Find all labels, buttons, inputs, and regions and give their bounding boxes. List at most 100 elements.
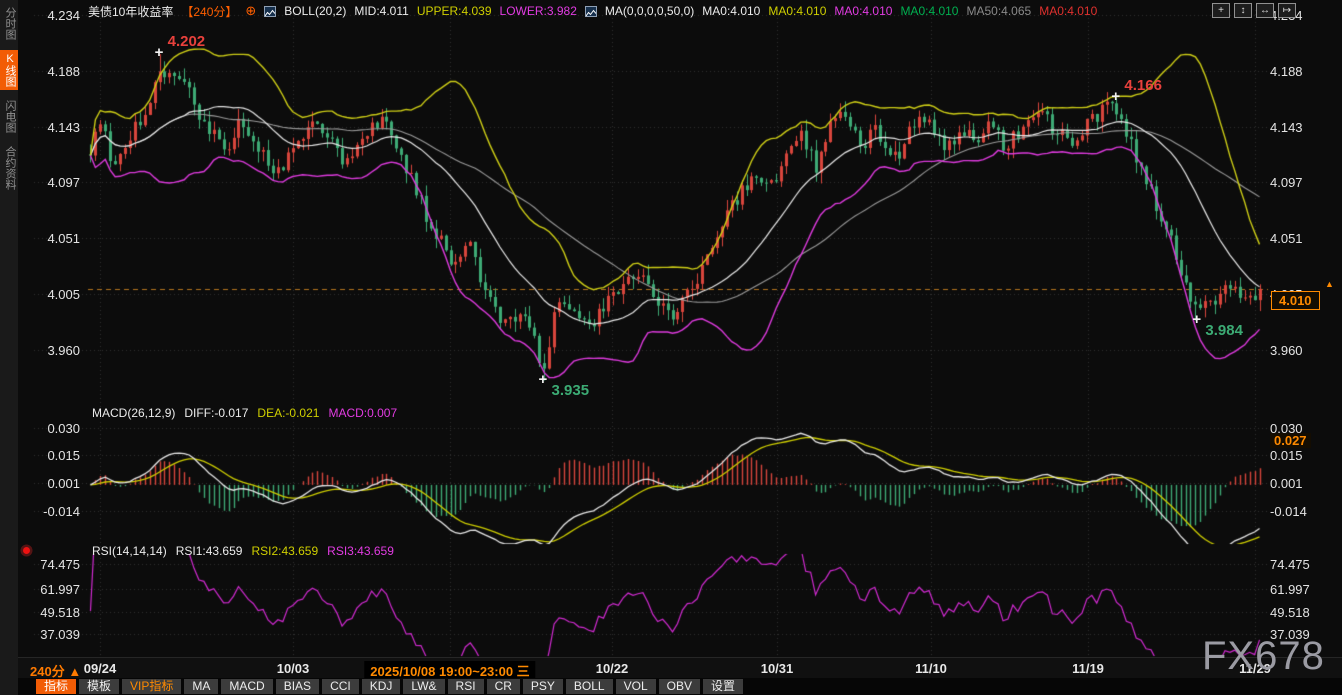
- toolbar-button-CCI[interactable]: CCI: [322, 679, 359, 694]
- scale-x-icon[interactable]: ↔: [1256, 3, 1274, 18]
- chart-application: 分时图 K线图闪电图合约资料 美债10年收益率【240分】 ⊕ BOLL(20,2) M…: [0, 0, 1342, 695]
- toolbar-button-模板[interactable]: 模板: [79, 679, 119, 694]
- date-label: 10/22: [596, 661, 629, 676]
- crosshair-marker: +: [539, 373, 548, 387]
- crosshair-icon[interactable]: ⊕: [245, 3, 256, 19]
- sidebar-tab-合约资料[interactable]: 合约资料: [0, 143, 18, 193]
- crosshair-marker: +: [1192, 313, 1201, 327]
- indicator-value-label: RSI(14,14,14): [92, 544, 167, 558]
- price-axis-label-left: 4.097: [30, 175, 80, 190]
- toolbar-button-MACD[interactable]: MACD: [221, 679, 272, 694]
- indicator-value-label: MACD:0.007: [328, 406, 397, 420]
- chart-header: 美债10年收益率【240分】⊕BOLL(20,2)MID:4.011UPPER:…: [88, 3, 1097, 19]
- low-price-label: 3.984: [1205, 322, 1243, 339]
- rsi-axis-label-left: 49.518: [30, 605, 80, 620]
- price-axis-label-left: 3.960: [30, 343, 80, 358]
- macd-axis-label-right: 0.015: [1270, 448, 1303, 463]
- date-label: 10/31: [761, 661, 794, 676]
- toolbar-button-RSI[interactable]: RSI: [448, 679, 484, 694]
- crosshair-marker: +: [155, 46, 164, 60]
- header-text: MA0:4.010: [1039, 4, 1097, 18]
- sidebar-tab-分时图[interactable]: 分时图: [0, 4, 18, 43]
- indicator-value-label: MACD(26,12,9): [92, 406, 175, 420]
- sidebar-tab-K线图[interactable]: K线图: [0, 50, 18, 90]
- toolbar-button-BOLL[interactable]: BOLL: [566, 679, 613, 694]
- xaxis-row: 240分 ▲ 09/2410/032025/10/08 19:00~23:00 …: [18, 657, 1342, 679]
- header-text: MA0:4.010: [834, 4, 892, 18]
- toolbar-button-设置[interactable]: 设置: [703, 679, 743, 694]
- price-axis-label-right: 4.097: [1270, 175, 1303, 190]
- price-axis-label-left: 4.188: [30, 64, 80, 79]
- macd-header: MACD(26,12,9)DIFF:-0.017DEA:-0.021MACD:0…: [92, 406, 397, 420]
- high-price-label: 4.166: [1124, 77, 1162, 94]
- macd-axis-label-left: 0.015: [30, 448, 80, 463]
- low-price-label: 3.935: [552, 382, 590, 399]
- toolbar-button-CR[interactable]: CR: [487, 679, 520, 694]
- indicator-value-label: RSI3:43.659: [327, 544, 394, 558]
- price-axis-label-right: 3.960: [1270, 343, 1303, 358]
- toolbar-button-KDJ[interactable]: KDJ: [362, 679, 401, 694]
- price-axis-label-left: 4.051: [30, 231, 80, 246]
- rsi-axis-label-left: 61.997: [30, 582, 80, 597]
- rsi-axis-label-left: 74.475: [30, 557, 80, 572]
- rsi-axis-label-right: 49.518: [1270, 605, 1310, 620]
- header-text: MID:4.011: [354, 4, 408, 18]
- header-text: LOWER:3.982: [500, 4, 577, 18]
- sidebar: 分时图 K线图闪电图合约资料: [0, 0, 18, 695]
- ma-indicator-icon: [585, 6, 597, 17]
- toolbar-button-PSY[interactable]: PSY: [523, 679, 563, 694]
- toolbar-button-VOL[interactable]: VOL: [616, 679, 656, 694]
- watermark: FX678: [1202, 634, 1325, 679]
- header-text: BOLL(20,2): [284, 4, 346, 18]
- macd-axis-label-right: -0.014: [1270, 504, 1307, 519]
- indicator-toolbar: 指标模板VIP指标MAMACD BIASCCIKDJLW&RSICRPSYBOLL…: [18, 678, 1342, 695]
- rsi-axis-label-right: 74.475: [1270, 557, 1310, 572]
- price-axis-label-right: 4.188: [1270, 64, 1303, 79]
- toolbar-button-OBV[interactable]: OBV: [659, 679, 700, 694]
- rsi-axis-label-left: 37.039: [30, 627, 80, 642]
- indicator-value-label: RSI2:43.659: [251, 544, 318, 558]
- corner-buttons: + ↕ ↔ ↦: [1212, 3, 1296, 18]
- macd-axis-label-left: 0.001: [30, 476, 80, 491]
- header-text: 【240分】: [181, 3, 237, 20]
- indicator-value-label: RSI1:43.659: [176, 544, 243, 558]
- header-text: MA0:4.010: [768, 4, 826, 18]
- indicator-value-label: DIFF:-0.017: [184, 406, 248, 420]
- boll-indicator-icon: [264, 6, 276, 17]
- period-label: 240分: [30, 664, 65, 679]
- header-text: MA0:4.010: [702, 4, 760, 18]
- price-axis-label-right: 4.143: [1270, 120, 1303, 135]
- price-chart-canvas[interactable]: [0, 0, 1342, 695]
- price-up-arrow-icon: ▲: [1325, 279, 1334, 289]
- date-label: 09/24: [84, 661, 117, 676]
- header-text: 美债10年收益率: [88, 3, 173, 20]
- header-text: MA(0,0,0,0,50,0): [605, 4, 694, 18]
- scale-y-icon[interactable]: ↕: [1234, 3, 1252, 18]
- rsi-axis-label-right: 61.997: [1270, 582, 1310, 597]
- price-axis-label-left: 4.005: [30, 287, 80, 302]
- toolbar-button-MA[interactable]: MA: [184, 679, 218, 694]
- alert-icon[interactable]: [23, 547, 30, 554]
- macd-axis-label-right: 0.001: [1270, 476, 1303, 491]
- toolbar-button-LW&[interactable]: LW&: [403, 679, 444, 694]
- toolbar-button-指标[interactable]: 指标: [36, 679, 76, 694]
- sidebar-tab-闪电图[interactable]: 闪电图: [0, 97, 18, 136]
- toolbar-button-VIP指标[interactable]: VIP指标: [122, 679, 181, 694]
- date-label: 11/10: [915, 661, 947, 676]
- pan-icon[interactable]: +: [1212, 3, 1230, 18]
- date-label: 11/19: [1072, 661, 1104, 676]
- header-text: MA0:4.010: [900, 4, 958, 18]
- macd-axis-label-left: -0.014: [30, 504, 80, 519]
- date-label: 10/03: [277, 661, 310, 676]
- price-axis-label-left: 4.234: [30, 8, 80, 23]
- toolbar-button-BIAS[interactable]: BIAS: [276, 679, 319, 694]
- macd-axis-label-left: 0.030: [30, 421, 80, 436]
- jump-latest-icon[interactable]: ↦: [1278, 3, 1296, 18]
- price-axis-label-left: 4.143: [30, 120, 80, 135]
- high-price-label: 4.202: [168, 33, 206, 50]
- macd-current-value-box: 0.027: [1270, 433, 1311, 448]
- current-price-box: 4.010: [1271, 291, 1320, 310]
- period-up-triangle-icon: ▲: [68, 664, 81, 679]
- crosshair-marker: +: [1111, 90, 1120, 104]
- rsi-header: RSI(14,14,14) RSI1:43.659 RSI2:43.659 RSI3:…: [92, 544, 394, 558]
